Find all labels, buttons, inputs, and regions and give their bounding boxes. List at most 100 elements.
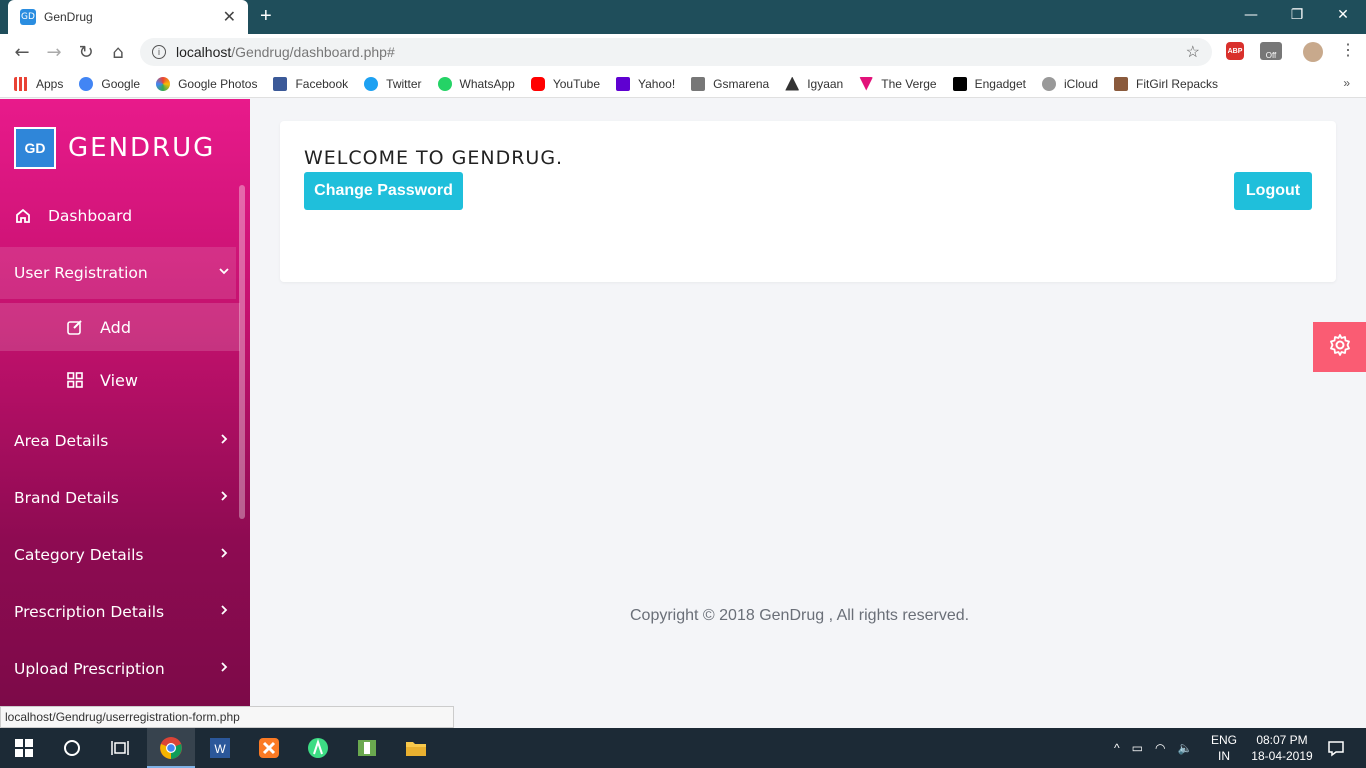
sidebar-item-label: Add [100, 317, 131, 337]
bookmark-youtube[interactable]: YouTube [530, 76, 600, 91]
android-studio-icon[interactable] [304, 734, 332, 762]
url-host: localhost [176, 44, 232, 60]
window-controls: — ❐ ✕ [1228, 0, 1366, 30]
battery-icon[interactable]: ▭ [1132, 741, 1143, 755]
chrome-icon[interactable] [157, 734, 185, 762]
sidebar-item-label: User Registration [14, 264, 148, 282]
settings-button[interactable] [1313, 322, 1366, 372]
sidebar-item-prescription-details[interactable]: Prescription Details [0, 586, 236, 638]
change-password-button[interactable]: Change Password [304, 172, 463, 210]
app-green-icon[interactable] [353, 734, 381, 762]
brand[interactable]: GD GENDRUG [14, 127, 215, 169]
tray-expand-icon[interactable]: ^ [1114, 741, 1120, 755]
chevron-down-icon [218, 265, 230, 281]
sidebar-item-label: Upload Prescription [14, 660, 165, 678]
reload-icon[interactable]: ↻ [70, 42, 102, 63]
browser-tab-strip: GD GenDrug ✕ + — ❐ ✕ [0, 0, 1366, 34]
file-explorer-icon[interactable] [402, 734, 430, 762]
extension-off-icon[interactable]: Off [1260, 42, 1282, 60]
sidebar-item-area-details[interactable]: Area Details [0, 415, 236, 467]
bookmarks-more-icon[interactable]: » [1343, 76, 1350, 90]
xampp-icon[interactable] [255, 734, 283, 762]
tab-title: GenDrug [44, 10, 93, 24]
volume-icon[interactable]: 🔈 [1177, 741, 1192, 755]
address-bar[interactable]: i localhost /Gendrug/dashboard.php# ☆ [140, 38, 1212, 66]
bookmark-engadget[interactable]: Engadget [952, 76, 1026, 91]
grid-icon [66, 371, 84, 389]
twitter-icon [364, 76, 379, 91]
sidebar-item-user-registration[interactable]: User Registration [0, 247, 236, 299]
igyaan-icon [785, 76, 800, 91]
chevron-right-icon [218, 604, 230, 620]
chevron-right-icon [218, 547, 230, 563]
notification-icon[interactable] [1322, 734, 1350, 762]
bookmark-yahoo[interactable]: Yahoo! [616, 76, 675, 91]
sidebar-item-label: Area Details [14, 432, 109, 450]
forward-icon[interactable]: → [38, 42, 70, 63]
sidebar-item-label: Brand Details [14, 489, 119, 507]
profile-avatar[interactable] [1303, 42, 1323, 62]
back-icon[interactable]: ← [6, 42, 38, 63]
word-icon[interactable]: W [206, 734, 234, 762]
sidebar-subitem-add[interactable]: Add [0, 303, 240, 351]
fitgirl-icon [1114, 76, 1129, 91]
bookmark-icloud[interactable]: iCloud [1042, 76, 1098, 91]
window-close-icon[interactable]: ✕ [1320, 0, 1366, 30]
google-icon [79, 76, 94, 91]
clock[interactable]: 08:07 PM 18-04-2019 [1244, 732, 1320, 764]
windows-start-icon[interactable] [10, 734, 38, 762]
page-title: WELCOME TO GENDRUG. [304, 147, 564, 169]
sidebar-item-upload-prescription[interactable]: Upload Prescription [0, 643, 236, 695]
info-icon[interactable]: i [152, 45, 166, 59]
facebook-icon [273, 76, 288, 91]
tab-favicon-icon: GD [20, 9, 36, 25]
restore-icon[interactable]: ❐ [1274, 0, 1320, 30]
sidebar-item-label: View [100, 370, 138, 390]
bookmark-fitgirl[interactable]: FitGirl Repacks [1114, 76, 1218, 91]
minimize-icon[interactable]: — [1228, 0, 1274, 30]
sidebar-item-category-details[interactable]: Category Details [0, 529, 236, 581]
browser-tab[interactable]: GD GenDrug ✕ [8, 0, 248, 34]
bookmark-the-verge[interactable]: The Verge [859, 76, 937, 91]
youtube-icon [530, 76, 545, 91]
svg-text:W: W [214, 742, 226, 756]
bookmark-gsmarena[interactable]: Gsmarena [691, 76, 769, 91]
sidebar-scrollbar[interactable] [239, 185, 245, 519]
browser-menu-icon[interactable]: ⋮ [1340, 40, 1356, 60]
bookmark-google[interactable]: Google [79, 76, 140, 91]
engadget-icon [952, 76, 967, 91]
the-verge-icon [859, 76, 874, 91]
tab-close-icon[interactable]: ✕ [223, 7, 236, 27]
sidebar-item-label: Dashboard [48, 207, 133, 225]
chevron-right-icon [218, 490, 230, 506]
sidebar-item-dashboard[interactable]: Dashboard [0, 190, 236, 242]
bookmark-star-icon[interactable]: ☆ [1186, 42, 1200, 62]
search-icon[interactable] [58, 734, 86, 762]
bookmark-igyaan[interactable]: Igyaan [785, 76, 843, 91]
browser-status-url: localhost/Gendrug/userregistration-form.… [0, 706, 454, 728]
bookmark-apps[interactable]: Apps [14, 76, 63, 91]
browser-toolbar: ← → ↻ ⌂ i localhost /Gendrug/dashboard.p… [0, 34, 1366, 70]
sidebar-item-label: Prescription Details [14, 603, 165, 621]
language-indicator[interactable]: ENG IN [1210, 732, 1238, 764]
bookmark-twitter[interactable]: Twitter [364, 76, 422, 91]
bookmark-whatsapp[interactable]: WhatsApp [437, 76, 515, 91]
logout-button[interactable]: Logout [1234, 172, 1312, 210]
gsmarena-icon [691, 76, 706, 91]
new-tab-button[interactable]: + [260, 5, 272, 28]
sidebar-item-brand-details[interactable]: Brand Details [0, 472, 236, 524]
wifi-icon[interactable]: ◠ [1155, 741, 1165, 755]
google-photos-icon [156, 76, 171, 91]
home-icon [14, 207, 32, 225]
sidebar-subitem-view[interactable]: View [0, 356, 240, 404]
adblock-icon[interactable]: ABP [1226, 42, 1244, 60]
bookmark-google-photos[interactable]: Google Photos [156, 76, 257, 91]
url-path: /Gendrug/dashboard.php# [231, 44, 395, 60]
sidebar: GD GENDRUG Dashboard User Registration A… [0, 99, 250, 728]
task-view-icon[interactable] [106, 734, 134, 762]
bookmarks-bar: Apps Google Google Photos Facebook Twitt… [0, 70, 1366, 98]
gear-icon [1328, 333, 1352, 362]
bookmark-facebook[interactable]: Facebook [273, 76, 348, 91]
system-tray: ^ ▭ ◠ 🔈 [1114, 728, 1192, 768]
home-browser-icon[interactable]: ⌂ [102, 42, 134, 63]
